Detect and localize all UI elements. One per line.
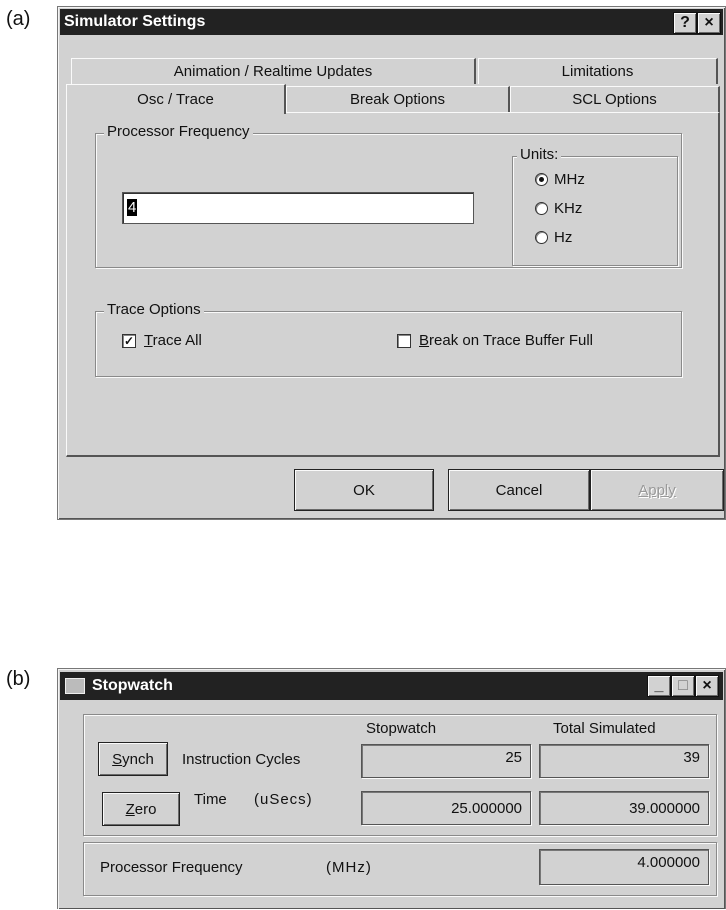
units-group: Units: MHz KHz Hz <box>512 146 678 266</box>
window-icon <box>65 678 85 694</box>
radio-icon <box>535 231 548 244</box>
trace-all-checkbox[interactable]: ✓ Trace All <box>122 332 202 349</box>
tab-limitations[interactable]: Limitations <box>478 58 718 84</box>
radio-selected-icon <box>535 173 548 186</box>
maximize-button[interactable]: □ <box>671 675 695 697</box>
close-button[interactable]: × <box>695 675 719 697</box>
stopwatch-window: Stopwatch _ □ × Stopwatch Total Simulate… <box>57 668 726 909</box>
stopwatch-time-field: 25.000000 <box>361 791 531 825</box>
radio-label: Hz <box>554 229 573 246</box>
stopwatch-cycles-field: 25 <box>361 744 531 778</box>
maximize-icon: □ <box>678 677 688 694</box>
checkbox-label: Break on Trace Buffer Full <box>419 332 593 349</box>
group-title: Trace Options <box>104 301 204 318</box>
radio-icon <box>535 202 548 215</box>
tab-label: Break Options <box>349 91 446 108</box>
instruction-cycles-label: Instruction Cycles <box>182 751 301 768</box>
close-button[interactable]: × <box>697 12 721 34</box>
apply-button[interactable]: Apply <box>590 469 724 511</box>
radio-hz[interactable]: Hz <box>535 229 572 246</box>
frequency-unit-label: (MHz) <box>326 859 372 876</box>
radio-mhz[interactable]: MHz <box>535 171 585 188</box>
group-title: Processor Frequency <box>104 123 253 140</box>
button-label: Synch <box>112 750 154 768</box>
column-header-stopwatch: Stopwatch <box>366 720 437 737</box>
button-label: OK <box>353 481 375 499</box>
close-icon: × <box>702 677 712 694</box>
dialog-title: Simulator Settings <box>64 13 206 30</box>
window-title: Stopwatch <box>92 677 173 694</box>
tab-label: Animation / Realtime Updates <box>173 63 373 80</box>
close-icon: × <box>704 14 714 31</box>
processor-frequency-field: 4.000000 <box>539 849 709 885</box>
button-label: Zero <box>125 800 157 818</box>
button-label: Apply <box>638 481 676 499</box>
time-unit-label: (uSecs) <box>254 791 313 808</box>
field-value: 39.000000 <box>629 799 700 817</box>
radio-label: KHz <box>554 200 583 217</box>
radio-khz[interactable]: KHz <box>535 200 582 217</box>
cancel-button[interactable]: Cancel <box>448 469 590 511</box>
tab-break-options[interactable]: Break Options <box>286 86 510 112</box>
field-value: 4.000000 <box>637 854 700 871</box>
trace-options-group: Trace Options ✓ Trace All Break on Trace… <box>95 301 682 377</box>
help-button[interactable]: ? <box>673 12 697 34</box>
figure-label-b: (b) <box>6 668 31 690</box>
tab-label: Limitations <box>561 63 634 80</box>
tab-animation-realtime[interactable]: Animation / Realtime Updates <box>71 58 476 84</box>
title-bar[interactable]: Simulator Settings ? × <box>60 9 723 35</box>
figure-label-a: (a) <box>6 8 31 30</box>
ok-button[interactable]: OK <box>294 469 434 511</box>
processor-frequency-group: Processor Frequency (MHz) 4.000000 <box>83 842 717 896</box>
synch-button[interactable]: Synch <box>98 742 168 776</box>
total-time-field: 39.000000 <box>539 791 709 825</box>
group-title: Units: <box>517 146 562 163</box>
frequency-value: 4 <box>127 199 138 216</box>
zero-button[interactable]: Zero <box>102 792 180 826</box>
tab-label: Osc / Trace <box>137 91 214 108</box>
checkbox-checked-icon: ✓ <box>122 333 136 348</box>
minimize-button[interactable]: _ <box>647 675 671 697</box>
break-on-trace-buffer-full-checkbox[interactable]: Break on Trace Buffer Full <box>397 332 593 349</box>
processor-frequency-label: Processor Frequency <box>100 859 243 876</box>
tab-panel: Processor Frequency 4 Units: MHz KHz Hz <box>66 112 720 457</box>
simulator-settings-dialog: Simulator Settings ? × Animation / Realt… <box>57 6 726 520</box>
stopwatch-counters-group: Stopwatch Total Simulated Synch Instruct… <box>83 714 717 836</box>
help-icon: ? <box>680 14 690 31</box>
time-label: Time <box>194 791 227 808</box>
minimize-icon: _ <box>654 677 664 694</box>
total-cycles-field: 39 <box>539 744 709 778</box>
frequency-input[interactable]: 4 <box>122 192 474 224</box>
processor-frequency-group: Processor Frequency 4 Units: MHz KHz Hz <box>95 123 682 268</box>
field-value: 25 <box>505 749 522 766</box>
field-value: 25.000000 <box>451 799 522 817</box>
title-bar[interactable]: Stopwatch _ □ × <box>60 672 723 700</box>
button-label: Cancel <box>495 481 543 499</box>
field-value: 39 <box>683 749 700 766</box>
checkbox-label: Trace All <box>144 332 202 349</box>
radio-label: MHz <box>554 171 585 188</box>
tab-osc-trace[interactable]: Osc / Trace <box>66 84 286 114</box>
column-header-total-simulated: Total Simulated <box>553 720 656 737</box>
tab-label: SCL Options <box>572 91 657 108</box>
tab-scl-options[interactable]: SCL Options <box>510 86 720 112</box>
checkbox-icon <box>397 333 411 348</box>
